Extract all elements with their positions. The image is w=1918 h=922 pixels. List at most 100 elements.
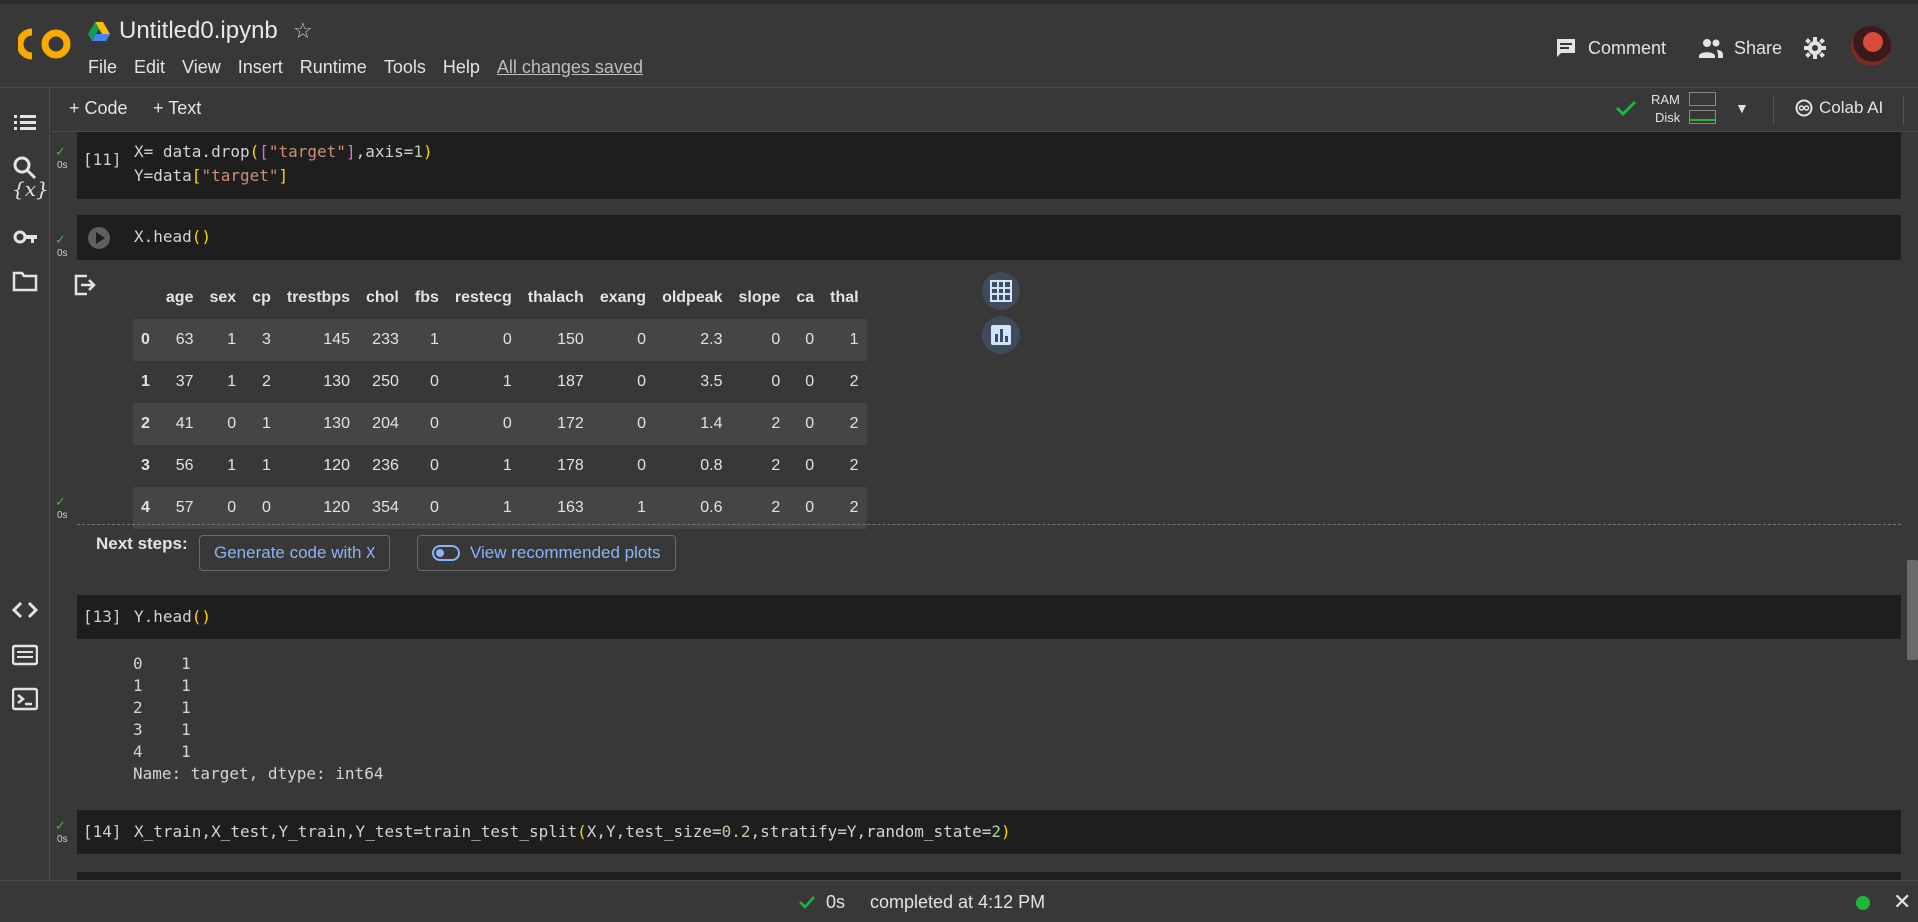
- table-cell: 0.8: [700, 457, 723, 474]
- code-snippets-icon[interactable]: [12, 597, 38, 623]
- menu-view[interactable]: View: [182, 57, 221, 78]
- share-button[interactable]: Share: [1698, 30, 1782, 66]
- code-line[interactable]: X.head(): [134, 225, 211, 249]
- toc-icon[interactable]: [12, 110, 38, 136]
- table-cell: 178: [557, 457, 584, 474]
- table-cell: 0: [805, 331, 815, 348]
- menu-help[interactable]: Help: [443, 57, 480, 78]
- table-cell: 0: [771, 331, 781, 348]
- check-icon: ✓: [55, 494, 66, 509]
- table-cell: 1: [429, 331, 439, 348]
- menu-edit[interactable]: Edit: [134, 57, 165, 78]
- ram-meter[interactable]: [1689, 92, 1716, 106]
- connection-status-dot: [1856, 896, 1870, 910]
- code-cell[interactable]: [13] Y.head(): [77, 595, 1901, 639]
- comment-button[interactable]: Comment: [1554, 30, 1666, 66]
- code-token: [: [191, 166, 202, 185]
- code-token: ): [1000, 822, 1011, 841]
- top-border: [0, 0, 1918, 4]
- app-header: Untitled0.ipynb ☆ File Edit View Insert …: [0, 0, 1918, 88]
- code-token: 2: [991, 822, 1001, 841]
- secrets-icon[interactable]: [12, 224, 38, 250]
- save-status[interactable]: All changes saved: [497, 57, 643, 78]
- code-cell[interactable]: [11] X= data.drop(["target"],axis=1) Y=d…: [77, 132, 1901, 199]
- run-cell-icon[interactable]: [87, 226, 111, 250]
- code-line[interactable]: X= data.drop(["target"],axis=1): [134, 140, 433, 164]
- code-line[interactable]: X_train,X_test,Y_train,Y_test=train_test…: [134, 820, 1011, 844]
- colab-logo[interactable]: [18, 28, 72, 60]
- table-cell: 63: [175, 331, 194, 348]
- elapsed-time: 0s: [826, 892, 846, 912]
- add-code-button[interactable]: + Code: [69, 98, 128, 119]
- table-cell: 172: [557, 415, 584, 432]
- table-cell: 250: [372, 373, 399, 390]
- code-cell[interactable]: [77, 872, 1901, 880]
- notebook-title[interactable]: Untitled0.ipynb: [119, 17, 278, 45]
- code-line[interactable]: Y=data["target"]: [134, 164, 288, 188]
- column-header: trestbps: [286, 289, 350, 306]
- column-header: age: [165, 289, 194, 306]
- table-cell: 0: [429, 457, 439, 474]
- command-palette-icon[interactable]: [12, 642, 38, 668]
- table-cell: 2: [849, 373, 859, 390]
- scrollbar-thumb[interactable]: [1907, 560, 1918, 660]
- generate-code-button[interactable]: Generate code with X: [199, 535, 391, 571]
- table-cell: 0: [637, 331, 647, 348]
- resources-dropdown-icon[interactable]: ▼: [1735, 100, 1749, 116]
- output-icon[interactable]: [73, 273, 97, 297]
- series-summary: Name: target, dtype: int64: [133, 764, 384, 783]
- next-steps-label: Next steps:: [96, 534, 188, 553]
- check-icon: ✓: [55, 232, 66, 247]
- colab-ai-button[interactable]: Colab AI: [1795, 98, 1883, 118]
- close-icon[interactable]: ✕: [1893, 889, 1911, 915]
- notebook-cells: ✓ 0s [11] X= data.drop(["target"],axis=1…: [51, 132, 1918, 880]
- colab-ai-icon: [1795, 99, 1813, 117]
- files-icon[interactable]: [12, 268, 38, 294]
- code-cell[interactable]: X.head(): [77, 215, 1901, 260]
- code-token: (): [191, 227, 212, 246]
- table-cell: 1: [227, 373, 237, 390]
- table-row: 0 63 1 3 145 233 1 0 150 0 2.3 0 0 1: [133, 319, 867, 361]
- google-drive-icon[interactable]: [88, 22, 110, 42]
- code-token: 1: [413, 142, 424, 161]
- table-cell: 0.6: [700, 499, 723, 516]
- bar-chart-icon: [991, 325, 1011, 345]
- convert-table-button[interactable]: [982, 272, 1020, 310]
- suggest-charts-button[interactable]: [982, 316, 1020, 354]
- table-cell: 1: [227, 331, 237, 348]
- menu-insert[interactable]: Insert: [238, 57, 283, 78]
- terminal-icon[interactable]: [12, 686, 38, 712]
- avatar[interactable]: [1851, 26, 1891, 66]
- colab-ai-label: Colab AI: [1819, 98, 1884, 117]
- variables-icon[interactable]: {𝑥}: [12, 177, 49, 203]
- star-icon[interactable]: ☆: [293, 18, 313, 44]
- code-token: X.head: [134, 227, 192, 246]
- disk-meter[interactable]: [1689, 110, 1716, 124]
- menu-runtime[interactable]: Runtime: [300, 57, 367, 78]
- comment-icon: [1557, 39, 1575, 57]
- code-line[interactable]: Y.head(): [134, 605, 211, 629]
- table-cell: 204: [372, 415, 399, 432]
- table-cell: 1: [261, 415, 271, 432]
- menu-tools[interactable]: Tools: [384, 57, 426, 78]
- completion-status[interactable]: completed at 4:12 PM: [870, 892, 1045, 913]
- gear-icon[interactable]: [1803, 36, 1827, 60]
- column-header: chol: [365, 289, 399, 306]
- view-plots-button[interactable]: View recommended plots: [417, 535, 676, 571]
- cell-duration: 0s: [57, 160, 68, 171]
- table-cell: 130: [323, 415, 350, 432]
- execution-count: [14]: [83, 822, 122, 841]
- table-cell: 233: [372, 331, 399, 348]
- code-token: ]: [345, 142, 356, 161]
- menu-file[interactable]: File: [88, 57, 117, 78]
- check-icon: ✓: [55, 144, 66, 159]
- code-token: X,Y,test_size=: [586, 822, 722, 841]
- code-cell[interactable]: [14] X_train,X_test,Y_train,Y_test=train…: [77, 810, 1901, 854]
- table-cell: 2.3: [700, 331, 723, 348]
- table-cell: 354: [372, 499, 399, 516]
- table-cell: 57: [175, 499, 194, 516]
- table-cell: 0: [805, 373, 815, 390]
- code-token: ]: [278, 166, 289, 185]
- add-text-button[interactable]: + Text: [153, 98, 201, 119]
- row-index: 3: [141, 457, 150, 474]
